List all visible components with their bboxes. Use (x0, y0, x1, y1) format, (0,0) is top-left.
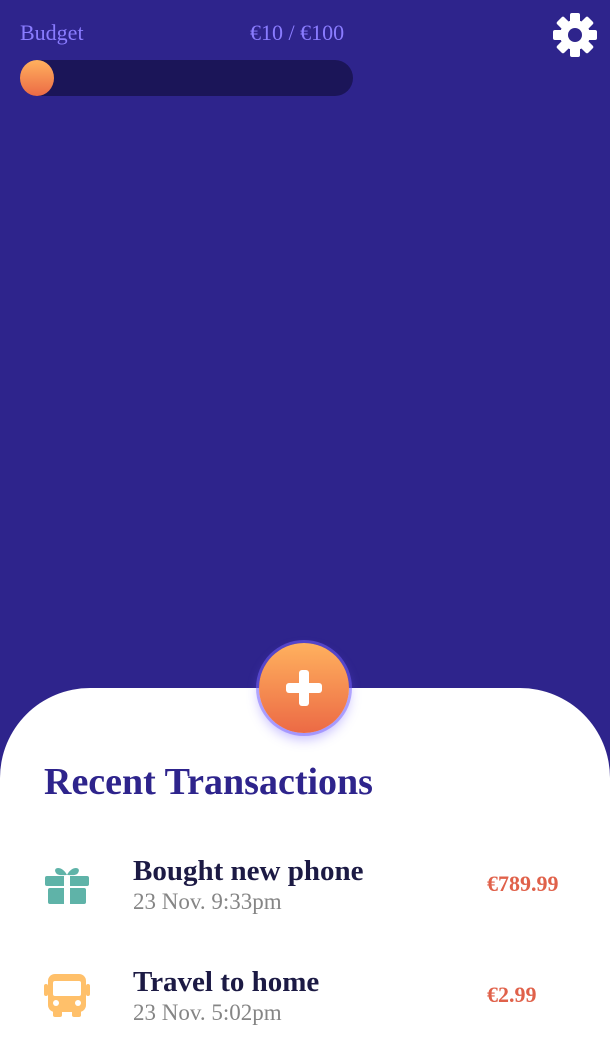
transaction-amount: €2.99 (487, 982, 537, 1007)
transaction-item[interactable]: Travel to home 23 Nov. 5:02pm €2.99 (0, 966, 610, 1056)
plus-icon (286, 670, 322, 706)
transaction-item[interactable]: Bought new phone 23 Nov. 9:33pm €789.99 (0, 855, 610, 945)
gear-icon (553, 13, 597, 57)
transaction-time: 23 Nov. 5:02pm (133, 1000, 282, 1025)
budget-amount: €10 / €100 (250, 20, 345, 45)
transaction-title: Travel to home (133, 966, 320, 998)
budget-progress-bar (20, 60, 353, 96)
transaction-time: 23 Nov. 9:33pm (133, 889, 282, 914)
budget-progress-indicator (20, 60, 54, 96)
add-transaction-button[interactable] (259, 643, 349, 733)
bus-icon (44, 974, 90, 1017)
recent-transactions-title: Recent Transactions (44, 761, 373, 803)
budget-label: Budget (20, 20, 84, 45)
transaction-title: Bought new phone (133, 855, 364, 887)
transaction-amount: €789.99 (487, 871, 559, 896)
gift-icon (45, 868, 89, 904)
settings-button[interactable] (552, 12, 598, 58)
